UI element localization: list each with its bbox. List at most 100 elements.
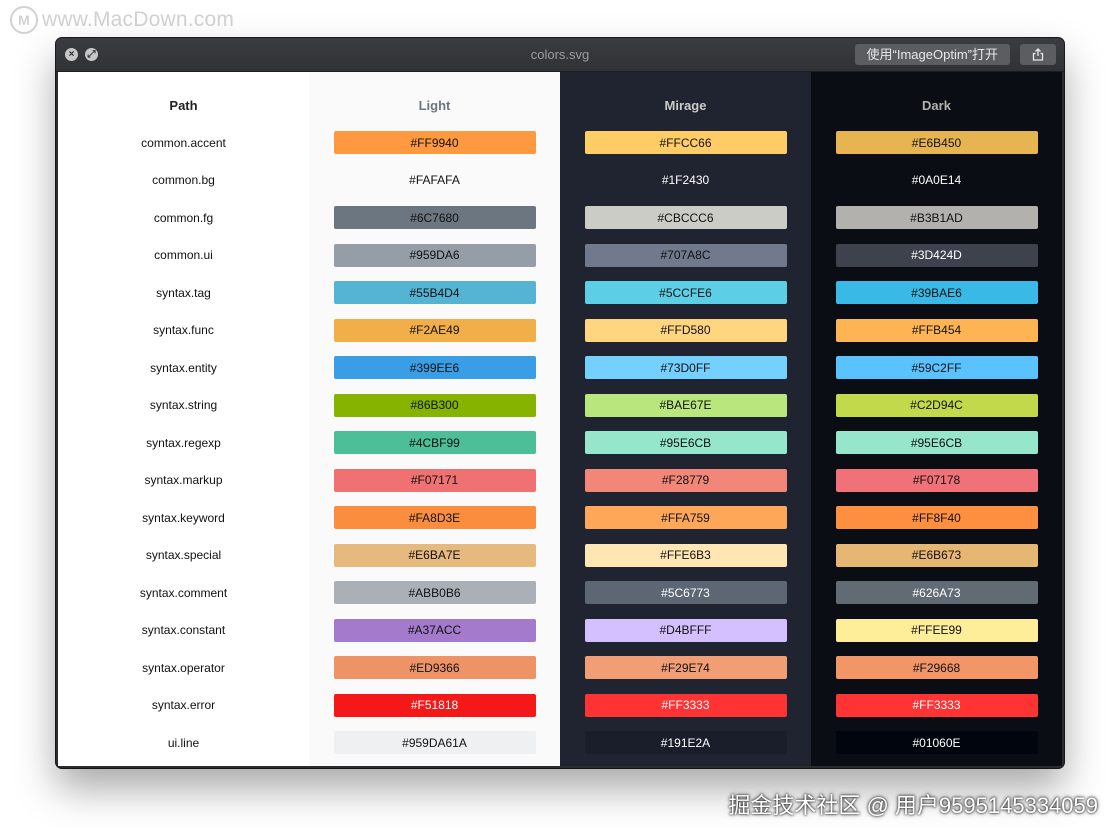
light-swatch: #55B4D4	[333, 281, 536, 305]
watermark-top: M www.MacDown.com	[10, 6, 234, 34]
mirage-swatch: #FF3333	[584, 693, 787, 717]
table-row: #959DA61A	[309, 724, 560, 762]
share-button[interactable]	[1020, 44, 1056, 65]
table-row: #F07171	[309, 462, 560, 500]
path-label: syntax.tag	[156, 285, 211, 300]
table-row: #86B300	[309, 387, 560, 425]
path-rows: common.accent common.bg common.fg common.ui…	[58, 124, 309, 762]
mirage-swatch: #707A8C	[584, 243, 787, 267]
dark-swatch: #0A0E14	[835, 168, 1038, 192]
table-row: #F29668	[811, 649, 1062, 687]
table-row: #FF9940	[309, 124, 560, 162]
mirage-swatch: #5C6773	[584, 581, 787, 605]
light-swatch: #ED9366	[333, 656, 536, 680]
light-swatch: #959DA61A	[333, 731, 536, 755]
table-row: #626A73	[811, 574, 1062, 612]
table-row: #FF3333	[560, 687, 811, 725]
path-label: syntax.keyword	[142, 510, 225, 525]
path-label: common.accent	[141, 135, 226, 150]
table-row: #707A8C	[560, 237, 811, 275]
table-row: #FF8F40	[811, 499, 1062, 537]
table-row: #ABB0B6	[309, 574, 560, 612]
table-row: #01060E	[811, 724, 1062, 762]
mirage-swatch: #F28779	[584, 468, 787, 492]
light-swatch: #A37ACC	[333, 618, 536, 642]
table-row: #5C6773	[560, 574, 811, 612]
light-swatch: #FF9940	[333, 131, 536, 155]
mirage-swatch: #FFD580	[584, 318, 787, 342]
open-with-imageoptim-button[interactable]: 使用“ImageOptim”打开	[854, 44, 1010, 65]
light-swatch: #FAFAFA	[333, 168, 536, 192]
svg-preview: Path common.accent common.bg common.fg comm…	[58, 72, 1062, 766]
dark-swatch: #3D424D	[835, 243, 1038, 267]
table-row: #959DA6	[309, 237, 560, 275]
table-row: #ED9366	[309, 649, 560, 687]
table-row: #E6B450	[811, 124, 1062, 162]
path-label: common.bg	[152, 173, 215, 188]
table-row: #A37ACC	[309, 612, 560, 650]
table-row: #F07178	[811, 462, 1062, 500]
table-row: #55B4D4	[309, 274, 560, 312]
table-row: #95E6CB	[560, 424, 811, 462]
table-row: #0A0E14	[811, 162, 1062, 200]
table-row: #FFA759	[560, 499, 811, 537]
table-row: #FFD580	[560, 312, 811, 350]
path-label: syntax.constant	[141, 623, 226, 638]
table-row: #FFEE99	[811, 612, 1062, 650]
mirage-swatch: #CBCCC6	[584, 206, 787, 230]
path-label: syntax.markup	[144, 473, 223, 488]
table-row: #E6B673	[811, 537, 1062, 575]
light-swatch: #4CBF99	[333, 431, 536, 455]
dark-swatch: #626A73	[835, 581, 1038, 605]
light-swatch: #E6BA7E	[333, 543, 536, 567]
preview-window: × ⤢ colors.svg 使用“ImageOptim”打开 Path com…	[56, 38, 1064, 768]
mirage-swatch: #191E2A	[584, 731, 787, 755]
table-row: #F28779	[560, 462, 811, 500]
table-row: #3D424D	[811, 237, 1062, 275]
macdown-logo-icon: M	[10, 6, 38, 34]
table-row: #59C2FF	[811, 349, 1062, 387]
mirage-swatch: #5CCFE6	[584, 281, 787, 305]
table-row: syntax.entity	[58, 349, 309, 387]
path-label: common.ui	[154, 248, 213, 263]
path-label: common.fg	[153, 210, 214, 225]
dark-swatch: #FF8F40	[835, 506, 1038, 530]
table-row: #BAE67E	[560, 387, 811, 425]
table-row: #FF3333	[811, 687, 1062, 725]
light-swatch: #FA8D3E	[333, 506, 536, 530]
table-row: common.ui	[58, 237, 309, 275]
table-row: #FFB454	[811, 312, 1062, 350]
light-swatch: #F51818	[333, 693, 536, 717]
table-row: #E6BA7E	[309, 537, 560, 575]
table-row: #CBCCC6	[560, 199, 811, 237]
watermark-top-text: www.MacDown.com	[42, 8, 235, 31]
path-label: syntax.func	[153, 323, 214, 338]
path-label: syntax.string	[149, 398, 218, 413]
path-label: syntax.regexp	[146, 435, 221, 450]
dark-swatch: #95E6CB	[835, 431, 1038, 455]
mirage-swatch: #FFCC66	[584, 131, 787, 155]
table-row: syntax.string	[58, 387, 309, 425]
light-swatch: #F07171	[333, 468, 536, 492]
dark-swatch: #39BAE6	[835, 281, 1038, 305]
dark-swatch: #FFEE99	[835, 618, 1038, 642]
table-row: #FA8D3E	[309, 499, 560, 537]
light-swatch: #F2AE49	[333, 318, 536, 342]
table-row: #5CCFE6	[560, 274, 811, 312]
path-label: syntax.special	[145, 548, 222, 563]
table-row: #D4BFFF	[560, 612, 811, 650]
mirage-swatch: #BAE67E	[584, 393, 787, 417]
table-row: syntax.error	[58, 687, 309, 725]
dark-swatch: #FF3333	[835, 693, 1038, 717]
table-row: syntax.operator	[58, 649, 309, 687]
table-row: ui.line	[58, 724, 309, 762]
table-row: common.fg	[58, 199, 309, 237]
dark-swatch: #01060E	[835, 731, 1038, 755]
mirage-swatch: #95E6CB	[584, 431, 787, 455]
share-icon	[1032, 48, 1044, 61]
table-row: #39BAE6	[811, 274, 1062, 312]
table-row: #C2D94C	[811, 387, 1062, 425]
table-row: syntax.keyword	[58, 499, 309, 537]
mirage-swatch: #73D0FF	[584, 356, 787, 380]
dark-swatch: #E6B450	[835, 131, 1038, 155]
